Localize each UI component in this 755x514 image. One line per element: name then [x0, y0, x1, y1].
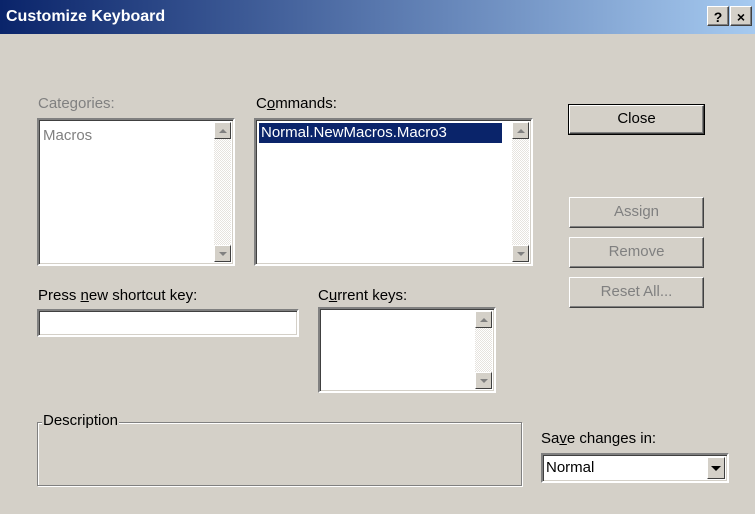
commands-label: Commands:: [256, 95, 337, 112]
arrow-down-icon: [218, 251, 227, 256]
save-changes-label: Save changes in:: [541, 430, 657, 447]
description-group: [37, 422, 522, 486]
commands-scrollbar[interactable]: [512, 122, 529, 262]
close-button[interactable]: Close: [568, 104, 705, 135]
window-title: Customize Keyboard: [6, 8, 166, 25]
title-bar: Customize Keyboard ? ×: [0, 0, 755, 34]
assign-button[interactable]: Assign: [569, 197, 704, 228]
scroll-down-button[interactable]: [214, 245, 231, 262]
categories-list[interactable]: Macros: [37, 118, 235, 266]
description-label: Description: [42, 412, 120, 429]
save-changes-select[interactable]: Normal: [541, 453, 729, 483]
arrow-down-icon: [516, 251, 525, 256]
current-keys-label: Current keys:: [318, 287, 408, 304]
arrow-down-icon: [479, 378, 488, 383]
arrow-up-icon: [479, 317, 488, 322]
scroll-up-button[interactable]: [214, 122, 231, 139]
scroll-down-button[interactable]: [475, 372, 492, 389]
arrow-up-icon: [218, 128, 227, 133]
window-close-button[interactable]: ×: [730, 6, 752, 26]
commands-list[interactable]: Normal.NewMacros.Macro3: [254, 118, 533, 266]
help-icon: ?: [713, 9, 723, 25]
shortcut-input[interactable]: [37, 309, 299, 337]
chevron-down-icon: [711, 465, 721, 471]
current-keys-scrollbar[interactable]: [475, 311, 492, 389]
close-icon: ×: [736, 9, 746, 25]
reset-all-button[interactable]: Reset All...: [569, 277, 704, 308]
current-keys-list[interactable]: [318, 307, 496, 393]
categories-scrollbar[interactable]: [214, 122, 231, 262]
scroll-up-button[interactable]: [512, 122, 529, 139]
arrow-up-icon: [516, 128, 525, 133]
categories-label: Categories:: [38, 95, 115, 112]
select-value: Normal: [546, 459, 595, 476]
list-item[interactable]: Macros: [41, 126, 213, 146]
dropdown-button[interactable]: [707, 457, 725, 479]
scroll-down-button[interactable]: [512, 245, 529, 262]
shortcut-label: Press new shortcut key:: [38, 287, 198, 304]
remove-button[interactable]: Remove: [569, 237, 704, 268]
help-button[interactable]: ?: [707, 6, 729, 26]
list-item[interactable]: Normal.NewMacros.Macro3: [259, 123, 502, 143]
scroll-up-button[interactable]: [475, 311, 492, 328]
